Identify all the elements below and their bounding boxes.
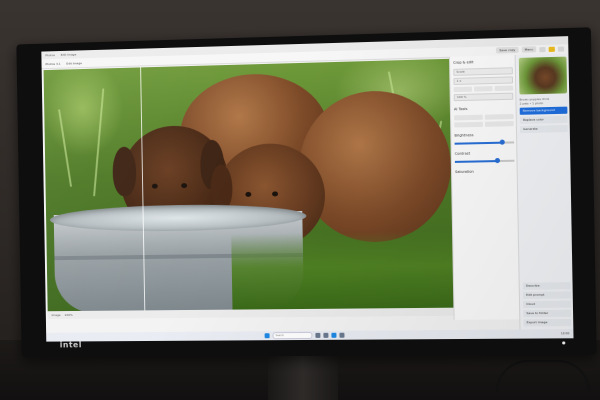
- slider-knob[interactable]: [494, 157, 500, 164]
- highlight-icon[interactable]: [548, 46, 555, 52]
- app-name: Photos: [45, 53, 55, 58]
- foreground-grass: [231, 230, 454, 310]
- taskbar-app-icon[interactable]: [339, 332, 345, 338]
- panel-title: Crop & edit: [453, 60, 474, 65]
- panel-button[interactable]: [474, 86, 493, 92]
- tool-button[interactable]: [484, 121, 514, 127]
- taskbar-app-icon[interactable]: [323, 332, 329, 338]
- slider-2-label: Contrast: [454, 151, 471, 156]
- panel-button[interactable]: [453, 86, 473, 93]
- scale-label: Scale: [453, 67, 513, 76]
- brightness-slider[interactable]: [454, 139, 515, 145]
- puppy-eye: [181, 183, 188, 189]
- sidebar-bottom-export[interactable]: Export image: [523, 318, 572, 327]
- menu-button[interactable]: Menu: [521, 46, 537, 53]
- sidebar-bottom-save[interactable]: Save to folder: [523, 309, 572, 318]
- sidebar-item-replace-color[interactable]: Replace color: [519, 115, 568, 124]
- photo-scene: Photos Edit Image Photos 3.1 Edit Image …: [0, 0, 600, 400]
- ai-sidebar: Brown puppies drink 2 pets • 1 photo Rem…: [514, 53, 574, 339]
- toolbar-item-1[interactable]: Photos 3.1: [45, 61, 60, 65]
- slider-3-label: Saturation: [455, 169, 474, 175]
- tool-row: [454, 121, 514, 128]
- image-thumbnail[interactable]: [518, 56, 568, 95]
- rotate-button[interactable]: [484, 113, 514, 120]
- puppy-ear: [112, 146, 137, 197]
- toolbar-item-2[interactable]: Edit Image: [66, 61, 82, 65]
- panel-section: AI Tools: [453, 106, 468, 112]
- zoom-level[interactable]: 100%: [64, 313, 72, 317]
- image-canvas[interactable]: [43, 58, 454, 312]
- taskbar-app-icon[interactable]: [315, 332, 321, 338]
- toolbar-right: Save copy Menu: [496, 45, 565, 54]
- contrast-slider[interactable]: [454, 157, 515, 164]
- slider-1-label: Brightness: [454, 133, 474, 138]
- slider-fill: [454, 141, 503, 145]
- edit-panel: Crop & edit Scale 1 x 100 % AI Tools Bri…: [448, 54, 521, 320]
- cable: [496, 360, 590, 392]
- taskbar-search[interactable]: Search: [272, 331, 313, 340]
- height-field[interactable]: 100 %: [453, 92, 514, 102]
- sidebar-bottom-describe[interactable]: Describe: [522, 282, 571, 290]
- taskbar-clock: 12:00: [560, 331, 570, 336]
- monitor-stand: [268, 355, 338, 400]
- close-icon[interactable]: [557, 45, 565, 52]
- slider-fill: [454, 160, 497, 163]
- sidebar-bottom-cloud[interactable]: Cloud: [523, 300, 571, 309]
- puppy-eye: [272, 191, 279, 197]
- monitor-screen: Photos Edit Image Photos 3.1 Edit Image …: [41, 36, 574, 342]
- monitor: Photos Edit Image Photos 3.1 Edit Image …: [16, 27, 597, 358]
- sidebar-item-remove-background[interactable]: Remove background: [519, 106, 568, 115]
- save-button[interactable]: Save copy: [496, 46, 519, 54]
- panel-button[interactable]: [494, 85, 514, 92]
- sidebar-bottom: Describe Edit prompt Cloud Save to folde…: [522, 280, 572, 328]
- start-icon[interactable]: [264, 333, 270, 339]
- tool-button[interactable]: [454, 121, 483, 128]
- thumbnail-meta: 2 pets • 1 photo: [519, 101, 544, 106]
- slider-knob[interactable]: [500, 139, 506, 145]
- tool-row: [454, 113, 514, 121]
- power-led-icon: [562, 341, 566, 345]
- adjust-button[interactable]: [454, 114, 483, 121]
- monitor-brand-logo: intel: [59, 340, 82, 350]
- taskbar-app-icon[interactable]: [331, 332, 337, 338]
- sidebar-item-generate[interactable]: Generate: [520, 124, 568, 134]
- canvas-info: Image: [51, 313, 61, 318]
- window-tab[interactable]: Edit Image: [61, 53, 77, 57]
- taskbar: Search 12:00: [46, 329, 574, 342]
- panel-button-row: [453, 85, 514, 93]
- puppy-ear: [210, 164, 233, 211]
- minimize-icon[interactable]: [539, 46, 546, 52]
- width-field[interactable]: 1 x: [453, 76, 514, 86]
- puppy-eye: [151, 183, 158, 189]
- sidebar-bottom-prompt[interactable]: Edit prompt: [522, 291, 571, 299]
